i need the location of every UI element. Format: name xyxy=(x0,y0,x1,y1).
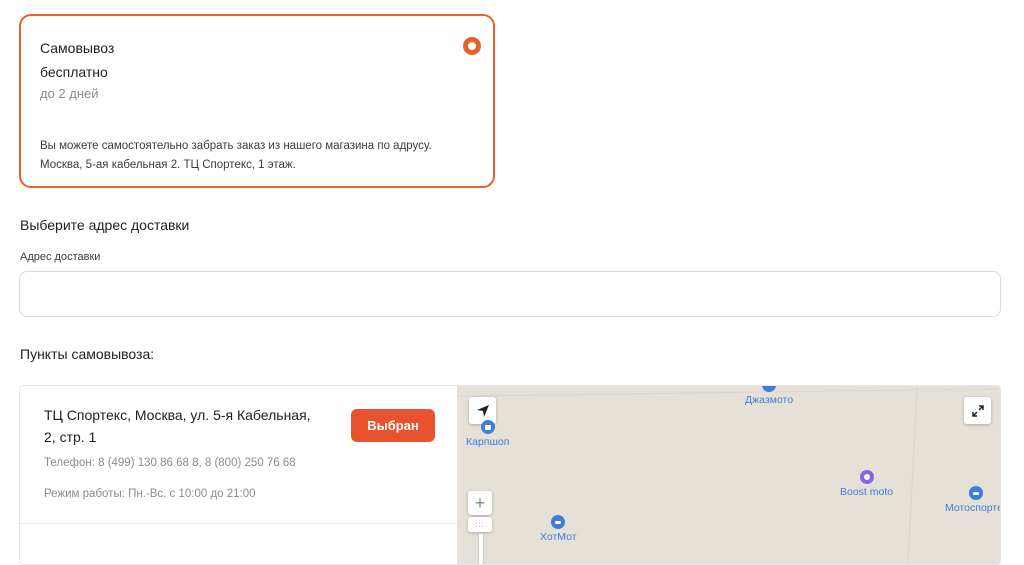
poi-label: Boost moto xyxy=(840,486,894,498)
poi-label: Джазмото xyxy=(745,394,794,406)
expand-icon xyxy=(971,404,984,417)
map-poi-karpshop[interactable]: Карпшоп xyxy=(466,420,509,448)
map-poi-hotmot[interactable]: ХотМот xyxy=(540,515,577,543)
option-duration: до 2 дней xyxy=(40,86,99,101)
zoom-slider-handle[interactable]: ::: xyxy=(468,517,492,532)
zoom-track[interactable] xyxy=(478,533,484,564)
option-radio[interactable] xyxy=(463,37,481,55)
map-road xyxy=(457,388,1000,397)
poi-label: Мотоспортек xyxy=(945,502,1000,514)
zoom-in-button[interactable]: + xyxy=(468,491,492,515)
car-icon xyxy=(969,486,984,500)
address-field-label: Адрес доставки xyxy=(20,251,101,263)
poi-label: Карпшоп xyxy=(466,436,510,448)
grip-icon: ::: xyxy=(475,520,485,529)
shopping-bag-icon xyxy=(480,420,495,434)
chosen-button[interactable]: Выбран xyxy=(351,409,435,442)
pickup-point-name: ТЦ Спортекс, Москва, ул. 5-я Кабельная, … xyxy=(44,407,311,445)
pickup-map[interactable]: + ::: Джазмото Карпшоп Boost moto Мотосп… xyxy=(457,386,1000,564)
map-poi-boost-moto[interactable]: Boost moto xyxy=(840,470,893,498)
option-title: Самовывоз xyxy=(40,40,115,56)
locate-arrow-icon xyxy=(476,404,489,417)
pickup-point-hours: Режим работы: Пн.-Вс. с 10:00 до 21:00 xyxy=(44,488,256,500)
poi-label: ХотМот xyxy=(540,531,577,543)
place-icon xyxy=(859,470,874,484)
map-road xyxy=(907,386,918,564)
pickup-point-item[interactable]: ТЦ Спортекс, Москва, ул. 5-я Кабельная, … xyxy=(20,386,457,524)
address-heading: Выберите адрес доставки xyxy=(20,217,190,233)
pickup-point-phone: Телефон: 8 (499) 130 86 68 8, 8 (800) 25… xyxy=(44,457,296,469)
option-description: Вы можете самостоятельно забрать заказ и… xyxy=(40,140,432,171)
map-poi-jazzmoto[interactable]: Джазмото xyxy=(745,386,794,406)
pickup-points-panel: ТЦ Спортекс, Москва, ул. 5-я Кабельная, … xyxy=(19,385,1001,565)
option-price: бесплатно xyxy=(40,64,108,80)
map-poi-motosportek[interactable]: Мотоспортек xyxy=(945,486,1000,514)
car-icon xyxy=(551,515,566,529)
pickup-points-list: ТЦ Спортекс, Москва, ул. 5-я Кабельная, … xyxy=(20,386,457,564)
fullscreen-button[interactable] xyxy=(964,397,991,424)
motorcycle-icon xyxy=(762,386,777,392)
pickup-option-card[interactable]: Самовывоз бесплатно до 2 дней Вы можете … xyxy=(19,14,495,188)
address-input[interactable] xyxy=(19,271,1001,317)
plus-icon: + xyxy=(474,493,486,513)
pickup-points-heading: Пункты самовывоза: xyxy=(20,346,155,362)
